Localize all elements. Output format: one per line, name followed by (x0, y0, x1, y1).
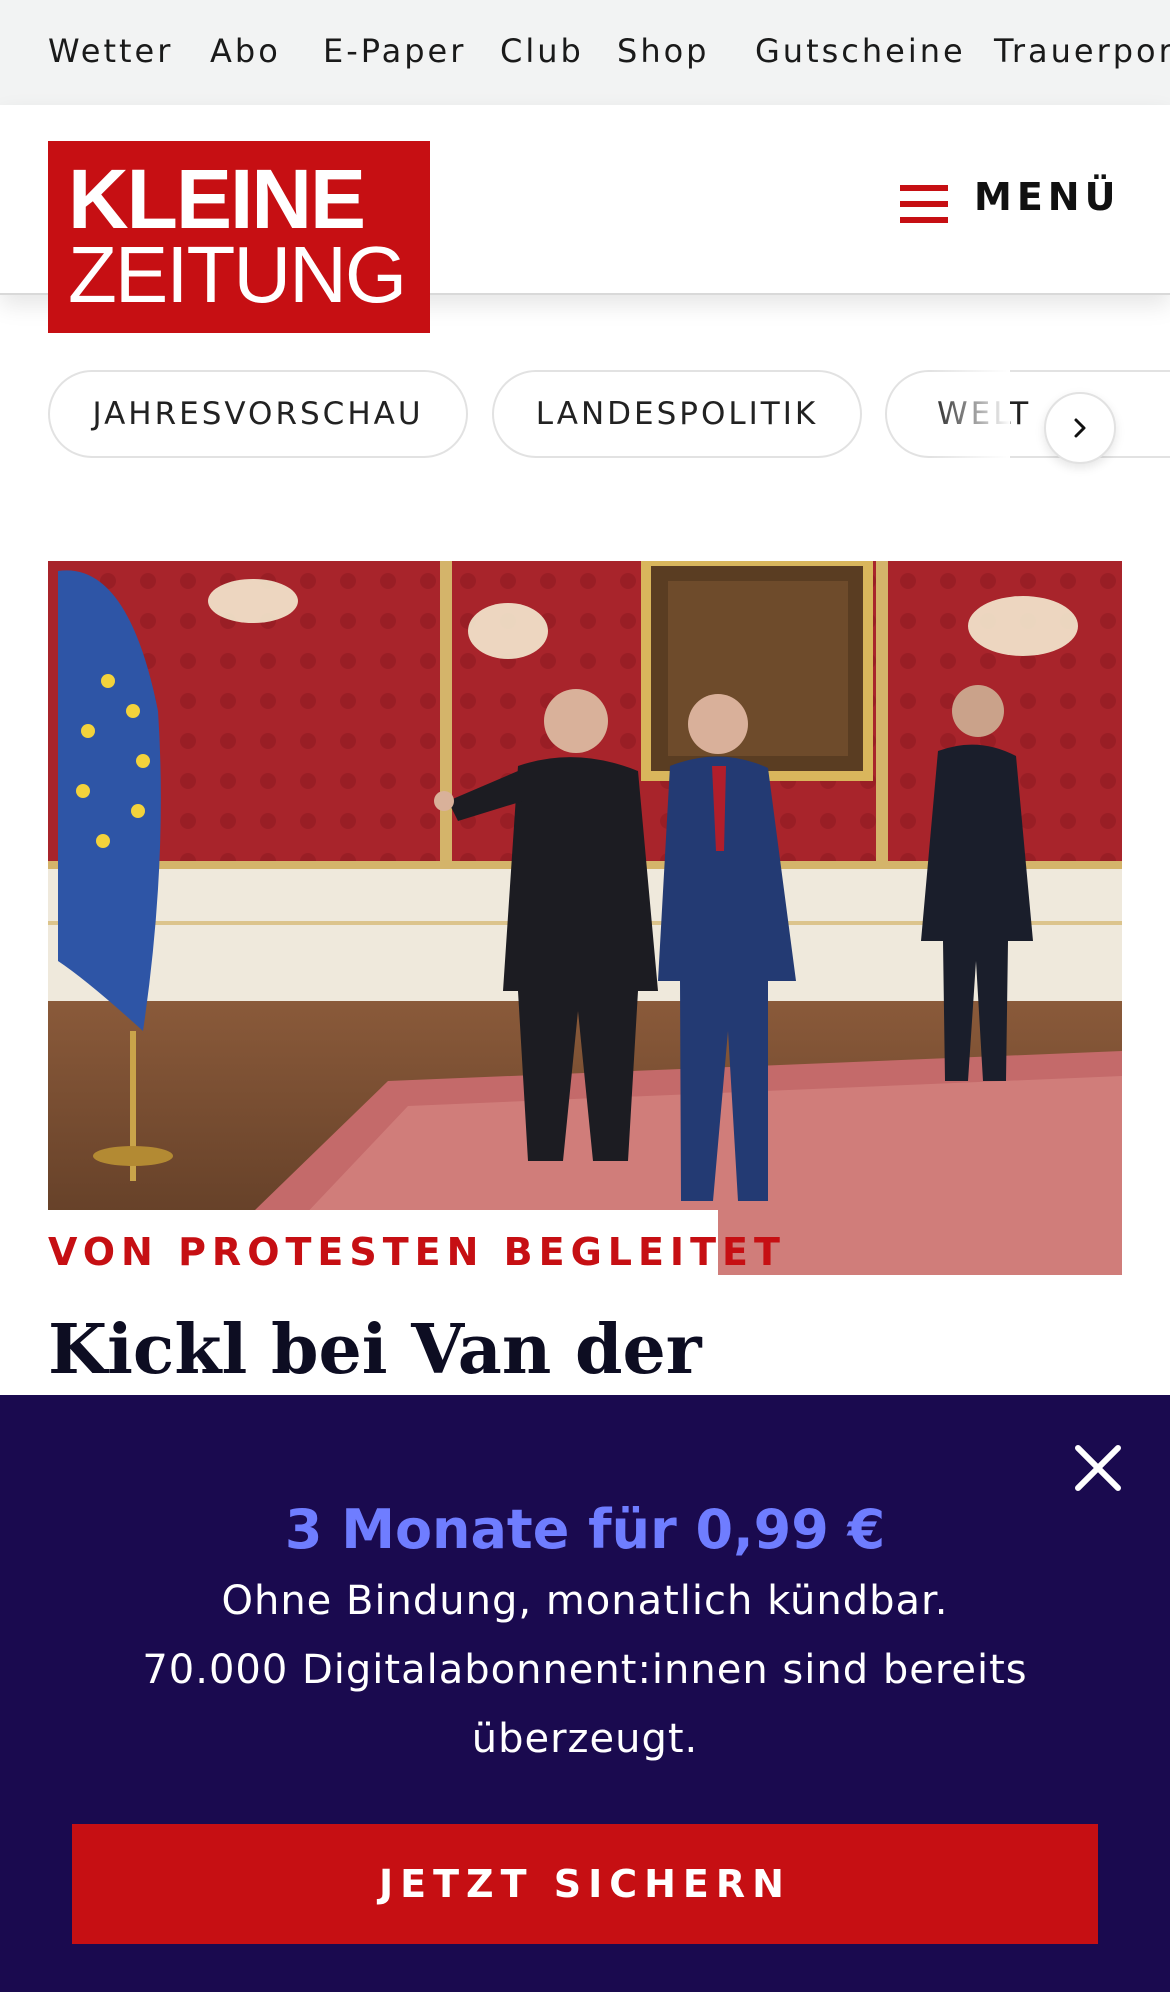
logo-line-1: KLEINE (68, 152, 366, 246)
chevron-right-icon (1074, 418, 1086, 438)
service-link-shop[interactable]: Shop (617, 32, 709, 70)
offer-text-3: überzeugt. (471, 1716, 699, 1762)
close-banner-button[interactable] (1070, 1440, 1126, 1496)
article-image[interactable] (48, 561, 1122, 1275)
pills-next-button[interactable] (1044, 392, 1116, 464)
pills-fade (930, 368, 1010, 460)
service-link-epaper[interactable]: E-Paper (323, 32, 466, 70)
service-link-wetter[interactable]: Wetter (48, 32, 173, 70)
subscribe-button[interactable]: JETZT SICHERN (72, 1824, 1098, 1944)
service-link-gutscheine[interactable]: Gutscheine (755, 32, 966, 70)
hamburger-icon (900, 185, 948, 223)
category-pill-welt[interactable]: WELT (885, 370, 1170, 458)
menu-button[interactable]: MENÜ (900, 165, 1120, 231)
menu-label: MENÜ (974, 175, 1121, 219)
close-icon (1075, 1445, 1121, 1491)
offer-text-1: Ohne Bindung, monatlich kündbar. (221, 1578, 949, 1624)
category-pill-jahresvorschau[interactable]: JAHRESVORSCHAU (48, 370, 468, 458)
service-link-club[interactable]: Club (500, 32, 584, 70)
offer-title: 3 Monate für 0,99 € (284, 1498, 886, 1561)
article-headline[interactable]: Kickl bei Van der (48, 1310, 702, 1390)
offer-text-2: 70.000 Digitalabonnent:innen sind bereit… (142, 1647, 1028, 1693)
category-pill-landespolitik[interactable]: LANDESPOLITIK (492, 370, 862, 458)
service-nav: Wetter Abo E-Paper Club Shop Gutscheine … (0, 0, 1170, 105)
category-pills: JAHRESVORSCHAU LANDESPOLITIK WELT (0, 368, 1170, 460)
logo-line-2: ZEITUNG (68, 230, 407, 319)
site-header: KLEINE ZEITUNG MENÜ (0, 105, 1170, 333)
article-kicker: VON PROTESTEN BEGLEITET (48, 1230, 786, 1274)
site-logo[interactable]: KLEINE ZEITUNG (48, 141, 430, 333)
service-link-trauerportal[interactable]: Trauerportal (994, 32, 1170, 70)
service-link-abo[interactable]: Abo (210, 32, 281, 70)
